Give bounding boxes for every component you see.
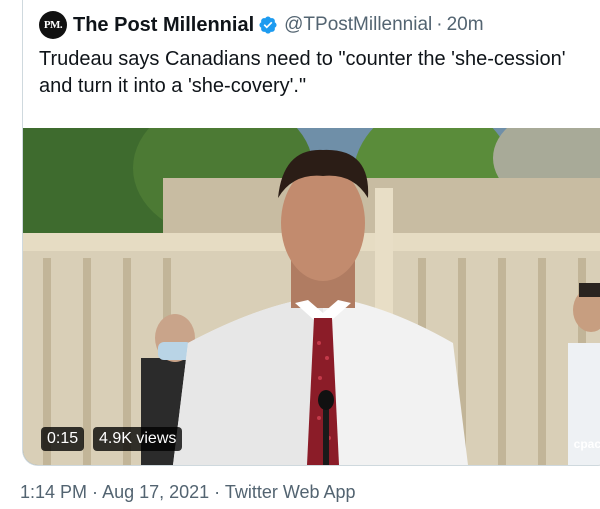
- tweet-card[interactable]: PM. The Post Millennial @TPostMillennial…: [22, 0, 600, 466]
- tweet-source[interactable]: Twitter Web App: [225, 482, 356, 502]
- tweet-time[interactable]: 1:14 PM: [20, 482, 92, 502]
- video-player[interactable]: 0:15 4.9K views cpac: [23, 128, 600, 465]
- video-duration: 0:15: [41, 427, 85, 451]
- verified-badge-icon: [259, 16, 277, 34]
- tweet-date[interactable]: Aug 17, 2021: [102, 482, 214, 502]
- tweet-text: Trudeau says Canadians need to "counter …: [39, 48, 566, 97]
- video-frame: [23, 128, 600, 465]
- author-name[interactable]: The Post Millennial: [73, 14, 254, 37]
- separator-dot: ·: [214, 482, 225, 502]
- video-views: 4.9K views: [93, 427, 183, 451]
- author-handle[interactable]: @TPostMillennial: [284, 14, 432, 36]
- separator-dot: ·: [436, 14, 443, 35]
- avatar[interactable]: PM.: [39, 11, 67, 39]
- tweet-meta: 1:14 PM · Aug 17, 2021 · Twitter Web App: [20, 482, 356, 503]
- separator-dot: ·: [92, 482, 103, 502]
- relative-time[interactable]: 20m: [447, 14, 484, 36]
- cpac-watermark: cpac: [573, 437, 600, 451]
- tweet-header: PM. The Post Millennial @TPostMillennial…: [39, 10, 484, 40]
